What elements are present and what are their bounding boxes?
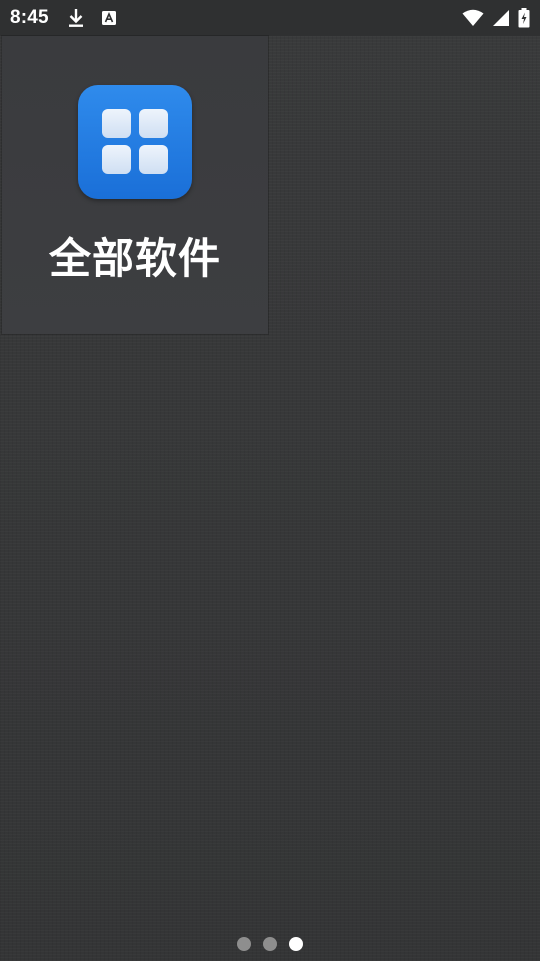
all-apps-label: 全部软件 (48, 234, 221, 283)
page-indicator (0, 937, 540, 955)
page-dot-2[interactable] (263, 937, 277, 951)
status-bar: 8:45 (0, 0, 540, 36)
status-time: 8:45 (10, 7, 49, 28)
all-apps-shortcut[interactable]: 全部软件 (2, 36, 268, 334)
keyboard-a-icon (101, 10, 117, 26)
battery-charging-icon (518, 8, 530, 28)
wifi-icon (462, 9, 484, 27)
grid-apps-icon (78, 85, 192, 199)
status-right-icons (462, 8, 530, 28)
download-icon (67, 8, 85, 28)
status-left-icons (67, 8, 117, 28)
signal-icon (492, 9, 510, 27)
page-dot-3-active[interactable] (289, 937, 303, 951)
page-dot-1[interactable] (237, 937, 251, 951)
